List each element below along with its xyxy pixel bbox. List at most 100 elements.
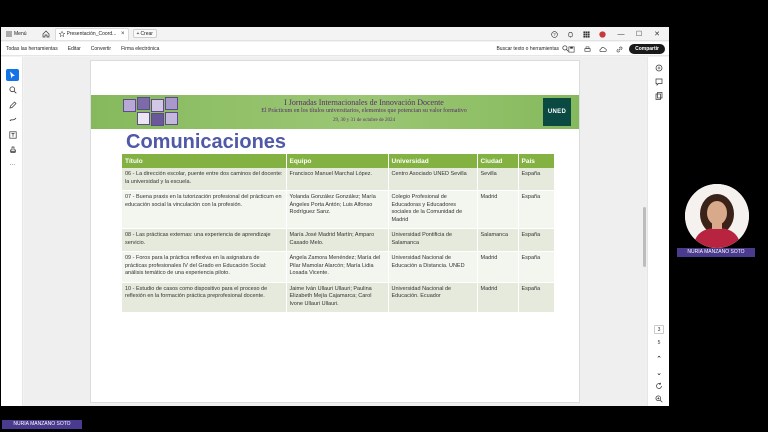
banner-photo [165,112,178,125]
window-controls: — ☐ ✕ [612,28,666,40]
acrobat-window: Menú Presentación_Coord... × + Crear ? —… [1,27,669,406]
cell-country: España [518,282,555,313]
select-tool-icon[interactable] [6,69,19,81]
table-header-row: Título Equipo Universidad Ciudad País [122,154,555,168]
edit-link[interactable]: Editar [63,46,86,52]
page-up-icon[interactable]: ⌃ [653,353,665,365]
share-button[interactable]: Compartir [629,44,665,54]
zoom-in-icon[interactable] [653,393,665,405]
print-icon[interactable] [582,44,592,54]
column-header-title: Título [122,154,287,168]
save-icon[interactable] [566,44,576,54]
table-row: 08 - Las prácticas externas: una experie… [122,228,555,252]
search-tools-label: Buscar texto o herramientas [496,45,559,52]
cell-country: España [518,168,555,191]
title-bar-icons: ? [549,29,607,39]
close-tab-icon[interactable]: × [121,31,125,37]
banner-title: I Jornadas Internacionales de Innovación… [284,98,444,107]
cell-team: Yolanda González González; María Ángeles… [286,190,389,229]
cell-title: 07 - Buena praxis en la tutorización pro… [122,190,287,229]
cell-team: Francisco Manuel Marchal López. [286,168,389,191]
banner-photo [137,97,150,110]
banner-photo [151,99,164,112]
banner-photo [165,97,178,110]
cell-team: Ángela Zamora Menéndez; María del Pilar … [286,251,389,283]
cell-city: Salamanca [477,228,519,252]
convert-link[interactable]: Convertir [86,46,116,52]
page-down-icon[interactable]: ⌄ [653,367,665,379]
create-label: Crear [140,30,153,37]
zoom-tool-icon[interactable] [6,84,19,96]
column-header-city: Ciudad [477,154,519,168]
text-select-icon[interactable] [6,129,19,141]
total-pages: 5 [657,340,661,346]
column-header-university: Universidad [388,154,478,168]
screen: Menú Presentación_Coord... × + Crear ? —… [0,0,768,432]
cell-university: Colegio Profesional de Educadoras y Educ… [388,190,478,229]
column-header-team: Equipo [286,154,389,168]
menu-label: Menú [14,30,27,37]
banner-photo [151,113,164,126]
apps-grid-icon[interactable] [581,29,591,39]
participant-name-tag: NURIA MANZANO SOTO [2,420,82,429]
all-tools-link[interactable]: Todas las herramientas [1,46,63,52]
document-tab[interactable]: Presentación_Coord... × [54,27,129,40]
cell-university: Centro Asociado UNED Sevilla [388,168,478,191]
link-icon[interactable] [614,44,624,54]
pages-panel-icon[interactable] [653,90,665,102]
cell-title: 06 - La dirección escolar, puente entre … [122,168,287,191]
comments-panel-icon[interactable] [653,76,665,88]
plus-icon: + [136,30,140,37]
current-page-number[interactable]: 3 [654,325,664,334]
svg-text:?: ? [553,32,556,37]
cell-city: Madrid [477,251,519,283]
search-tools[interactable]: Buscar texto o herramientas [496,45,569,52]
hamburger-icon [6,31,12,37]
draw-tool-icon[interactable] [6,114,19,126]
cloud-upload-icon[interactable] [598,44,608,54]
create-button[interactable]: + Crear [132,29,157,38]
banner-subtitle: El Prácticum en los títulos universitari… [261,108,467,114]
star-icon[interactable] [58,31,65,37]
e-sign-link[interactable]: Firma electrónica [116,46,164,52]
cell-team: María José Madrid Martín; Amparo Casado … [286,228,389,252]
vertical-scrollbar[interactable] [643,207,646,267]
cell-university: Universidad Nacional de Educación a Dist… [388,251,478,283]
minimize-icon[interactable]: — [612,28,630,40]
uned-logo: UNED [543,98,571,126]
cell-team: Jaime Iván Ullauri Ullauri; Paulina Eliz… [286,282,389,313]
slide-page: I Jornadas Internacionales de Innovación… [90,60,580,403]
share-label: Compartir [635,46,659,52]
stamp-tool-icon[interactable] [6,144,19,156]
cell-country: España [518,190,555,229]
close-window-icon[interactable]: ✕ [648,28,666,40]
table-row: 10 - Estudio de casos como dispositivo p… [122,282,555,313]
banner-photo [123,99,136,112]
bell-icon[interactable] [565,29,575,39]
document-tab-title: Presentación_Coord... [66,31,117,37]
comment-pen-icon[interactable] [6,99,19,111]
left-tool-rail: ··· [1,57,23,406]
banner-photo-collage [121,97,183,127]
cell-title: 08 - Las prácticas externas: una experie… [122,228,287,252]
main-toolbar: Todas las herramientas Editar Convertir … [1,42,669,56]
user-avatar-icon[interactable] [597,29,607,39]
more-tools-icon[interactable]: ··· [6,159,19,171]
document-viewer: I Jornadas Internacionales de Innovación… [24,57,647,406]
cell-city: Madrid [477,282,519,313]
slide-heading: Comunicaciones [126,131,287,153]
right-tool-rail: 3 5 ⌃ ⌄ [647,57,669,406]
menu-button[interactable]: Menú [1,27,32,41]
conference-banner: I Jornadas Internacionales de Innovación… [91,95,579,129]
table-row: 07 - Buena praxis en la tutorización pro… [122,190,555,229]
table-row: 06 - La dirección escolar, puente entre … [122,168,555,191]
rotate-icon[interactable] [653,380,665,392]
maximize-icon[interactable]: ☐ [630,28,648,40]
communications-table: Título Equipo Universidad Ciudad País 06… [122,154,555,313]
speaker-name-tag: NURIA MANZANO SOTO [677,248,755,257]
cell-title: 10 - Estudio de casos como dispositivo p… [122,282,287,313]
ai-assistant-icon[interactable] [653,62,665,74]
help-icon[interactable]: ? [549,29,559,39]
toolbar-icons [566,44,624,54]
home-icon[interactable] [40,28,52,40]
